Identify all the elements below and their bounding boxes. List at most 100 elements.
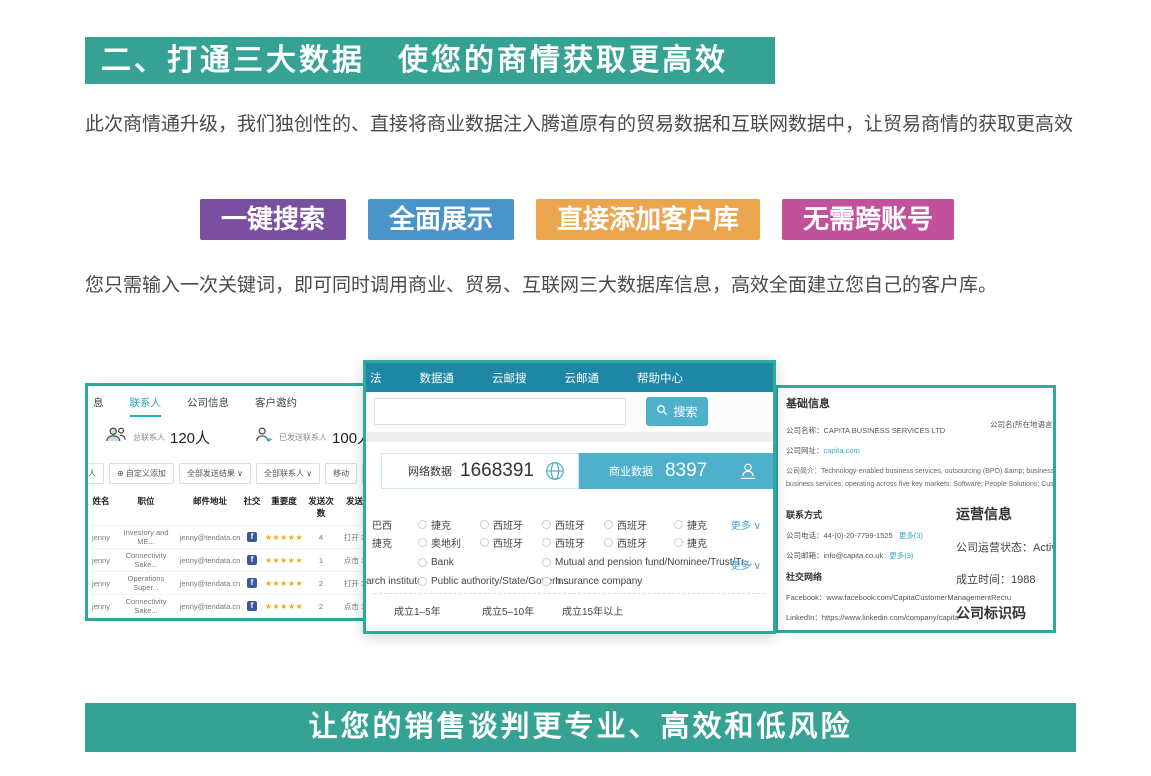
top-banner: 二、打通三大数据 使您的商情获取更高效 xyxy=(85,37,775,84)
filter-option[interactable]: 捷克 xyxy=(418,517,451,532)
facebook-icon[interactable]: f xyxy=(247,601,257,611)
email-more-link[interactable]: 更多(3) xyxy=(889,551,913,560)
checkbox-icon[interactable] xyxy=(418,520,427,529)
bottom-banner: 让您的销售谈判更专业、高效和低风险 xyxy=(85,703,1076,752)
cell-social: f xyxy=(242,532,262,542)
checkbox-icon[interactable] xyxy=(542,577,551,586)
filter-option[interactable]: Bank xyxy=(418,557,454,568)
filter-option[interactable]: 西班牙 xyxy=(542,535,585,550)
tab-customer-invite[interactable]: 客户邀约 xyxy=(255,395,297,417)
toolbar-partial-button[interactable]: 系人 xyxy=(85,463,104,484)
tab-partial[interactable]: 息 xyxy=(93,395,104,417)
website-link[interactable]: capita.com xyxy=(824,446,860,455)
filter-option[interactable]: 西班牙 xyxy=(542,517,585,532)
facebook-url[interactable]: Facebook：www.facebook.com/CapitaCustomer… xyxy=(786,592,944,603)
globe-icon xyxy=(544,460,566,482)
filter-option[interactable]: 捷克 xyxy=(674,517,707,532)
phone-more-link[interactable]: 更多(3) xyxy=(899,531,923,540)
filter-option[interactable]: 西班牙 xyxy=(480,517,523,532)
divider-band xyxy=(366,432,773,442)
search-input[interactable] xyxy=(374,398,626,425)
filter-option-label: 西班牙 xyxy=(555,535,585,550)
checkbox-icon[interactable] xyxy=(418,577,427,586)
company-section-title: 基础信息 xyxy=(786,395,1053,411)
more-link[interactable]: 更多 ∨ xyxy=(731,557,761,572)
checkbox-icon[interactable] xyxy=(542,538,551,547)
menu-item-data[interactable]: 数据通 xyxy=(420,370,455,386)
more-link[interactable]: 更多 ∨ xyxy=(731,517,761,532)
checkbox-icon[interactable] xyxy=(542,558,551,567)
subtitle-paragraph: 您只需输入一次关键词，即可同时调用商业、贸易、互联网三大数据库信息，高效全面建立… xyxy=(85,270,1105,297)
badge-no-account-switch: 无需跨账号 xyxy=(782,199,954,240)
contact-filter[interactable]: 全部联系人 ∨ xyxy=(256,463,320,484)
linkedin-url[interactable]: LinkedIn：https://www.linkedin.com/compan… xyxy=(786,612,944,623)
facebook-icon[interactable]: f xyxy=(247,555,257,565)
menu-item-help-center[interactable]: 帮助中心 xyxy=(637,370,683,386)
checkbox-icon[interactable] xyxy=(418,538,427,547)
filter-option[interactable]: 奥地利 xyxy=(418,535,461,550)
filter-option[interactable]: Mutual and pension fund/Nominee/Trust/Tr… xyxy=(542,557,752,568)
checkbox-icon[interactable] xyxy=(674,520,683,529)
checkbox-icon[interactable] xyxy=(480,520,489,529)
send-result-filter[interactable]: 全部发送结果 ∨ xyxy=(179,463,251,484)
table-row: jenny Connectivity Sake... jenny@tendata… xyxy=(88,548,373,571)
filter-option-label: 捷克 xyxy=(431,517,451,532)
cell-email: jenny@tendata.cn xyxy=(178,556,242,565)
stat-sent-contacts: 已发送联系人 100人 xyxy=(254,426,372,448)
cell-title: Connectivity Sake... xyxy=(114,620,178,621)
filter-option[interactable]: 西班牙 xyxy=(604,535,647,550)
filter-option-label: Insurance company xyxy=(555,576,642,587)
checkbox-icon[interactable] xyxy=(418,558,427,567)
geo-location-title: 地理位置 xyxy=(786,632,944,633)
search-button[interactable]: 搜索 xyxy=(646,397,708,426)
founded-year: 成立时间：1988 xyxy=(956,571,1056,587)
business-data-label: 商业数据 xyxy=(609,463,653,479)
company-website: 公司网址：capita.com xyxy=(786,445,1053,456)
page: 二、打通三大数据 使您的商情获取更高效 此次商情通升级，我们独创性的、直接将商业… xyxy=(0,0,1151,776)
company-panel: 基础信息 公司名称：CAPITA BUSINESS SERVICES LTD 公… xyxy=(775,385,1056,633)
checkbox-icon[interactable] xyxy=(604,520,613,529)
move-button[interactable]: 移动 xyxy=(325,463,357,484)
badge-full-display: 全面展示 xyxy=(368,199,514,240)
badge-add-to-crm: 直接添加客户库 xyxy=(536,199,760,240)
cell-count: 2 xyxy=(306,602,336,611)
menu-item-cloud-mail-search[interactable]: 云邮搜 xyxy=(492,370,527,386)
filter-option-label: 西班牙 xyxy=(493,517,523,532)
contacts-tabs: 息 联系人 公司信息 客户邀约 xyxy=(88,386,373,417)
tab-contacts[interactable]: 联系人 xyxy=(130,395,162,417)
country-filter-row-1: 巴西 捷克 西班牙 西班牙 西班牙 捷克 更多 ∨ xyxy=(366,515,773,533)
tab-company-info[interactable]: 公司信息 xyxy=(187,395,229,417)
description-line2: business services, operating across five… xyxy=(786,478,1053,491)
facebook-icon[interactable]: f xyxy=(247,578,257,588)
age-filter-1-5[interactable]: 成立1–5年 xyxy=(394,603,441,618)
magnifier-icon xyxy=(656,404,668,419)
feature-badges: 一键搜索 全面展示 直接添加客户库 无需跨账号 xyxy=(200,199,954,240)
cell-title: Investory and ME... xyxy=(114,528,178,546)
stat-total-value: 120人 xyxy=(170,427,210,448)
cell-title: Connectivity Sake... xyxy=(114,597,178,615)
web-data-label: 网络数据 xyxy=(408,463,452,479)
filter-option[interactable]: 捷克 xyxy=(674,535,707,550)
tab-web-data[interactable]: 网络数据 1668391 xyxy=(381,453,579,489)
badge-one-key-search: 一键搜索 xyxy=(200,199,346,240)
social-network-title: 社交网络 xyxy=(786,570,944,583)
cell-count: 2 xyxy=(306,579,336,588)
company-type-row-1: Bank Mutual and pension fund/Nominee/Tru… xyxy=(366,555,773,573)
filter-option[interactable]: Insurance company xyxy=(542,576,642,587)
cell-social: f xyxy=(242,555,262,565)
facebook-icon[interactable]: f xyxy=(247,532,257,542)
checkbox-icon[interactable] xyxy=(542,520,551,529)
cell-email: jenny@tendata.cn xyxy=(178,533,242,542)
filter-option[interactable]: 西班牙 xyxy=(480,535,523,550)
checkbox-icon[interactable] xyxy=(674,538,683,547)
age-filter-5-10[interactable]: 成立5–10年 xyxy=(482,603,534,618)
menu-item-partial[interactable]: 法 xyxy=(370,370,382,386)
person-hand-icon xyxy=(737,460,759,482)
checkbox-icon[interactable] xyxy=(480,538,489,547)
custom-add-button[interactable]: ⊕ 自定义添加 xyxy=(109,463,174,484)
filter-option[interactable]: 西班牙 xyxy=(604,517,647,532)
tab-business-data[interactable]: 商业数据 8397 xyxy=(579,453,773,489)
menu-item-cloud-mail[interactable]: 云邮通 xyxy=(565,370,600,386)
age-filter-15plus[interactable]: 成立15年以上 xyxy=(562,603,623,618)
checkbox-icon[interactable] xyxy=(604,538,613,547)
